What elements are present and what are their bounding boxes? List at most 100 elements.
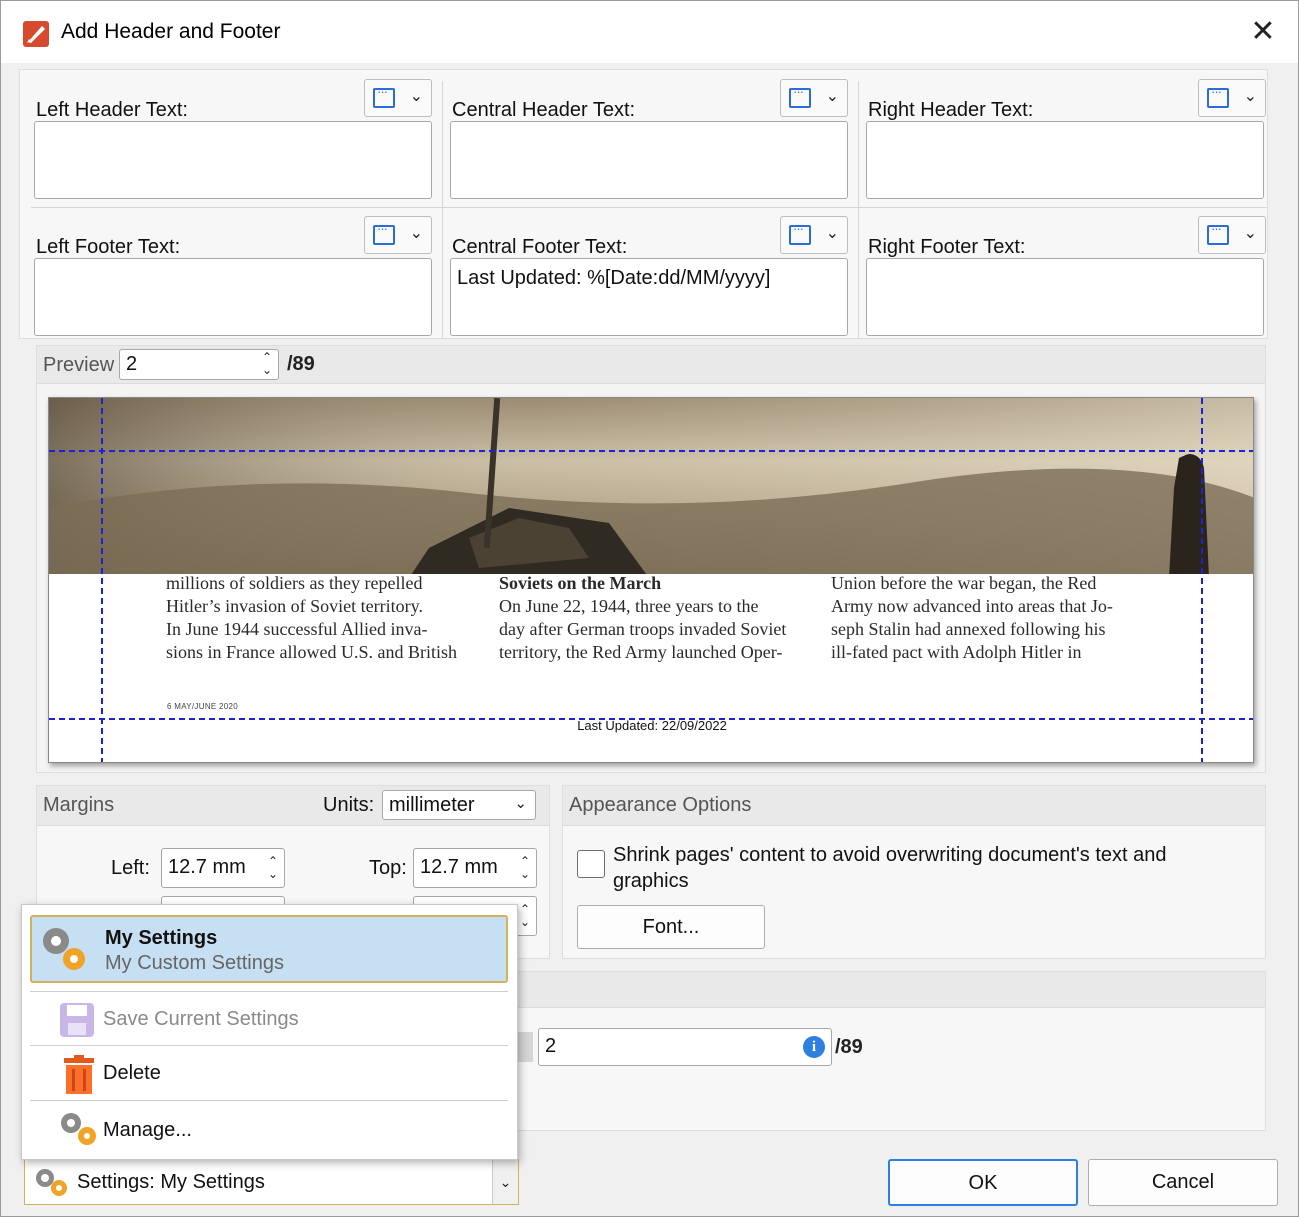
settings-gears-icon — [43, 928, 85, 970]
central-header-input[interactable] — [450, 121, 848, 199]
app-logo-icon — [23, 21, 49, 47]
right-header-cell: Right Header Text: ⌄ — [866, 75, 1266, 203]
central-header-macro-button[interactable]: ⌄ — [780, 79, 848, 117]
page-range-to-input[interactable]: 2 i — [538, 1028, 832, 1066]
close-icon[interactable]: ✕ — [1246, 15, 1280, 49]
window-title: Add Header and Footer — [61, 20, 281, 43]
left-margin-label: Left: — [111, 857, 150, 879]
info-icon[interactable]: i — [803, 1036, 825, 1058]
menu-item-manage[interactable]: Manage... — [30, 1106, 508, 1154]
spinner-arrows-icon[interactable]: ⌃⌄ — [262, 351, 272, 377]
units-value: millimeter — [389, 794, 475, 816]
appearance-panel: Appearance Options Shrink pages' content… — [562, 785, 1266, 959]
article-line: seph Stalin had annexed following his — [831, 619, 1106, 639]
preview-header: Preview 2 ⌃ ⌄ /89 — [37, 346, 1265, 384]
appearance-title: Appearance Options — [569, 794, 752, 816]
divider — [31, 207, 1267, 208]
left-header-cell: Left Header Text: ⌄ — [34, 75, 434, 203]
units-select[interactable]: millimeter ⌄ — [382, 790, 536, 820]
right-footer-macro-button[interactable]: ⌄ — [1198, 216, 1266, 254]
article-line: millions of soldiers as they repelled — [166, 573, 423, 593]
left-header-macro-button[interactable]: ⌄ — [364, 79, 432, 117]
menu-separator — [30, 1045, 508, 1046]
margins-header: Margins Units: millimeter ⌄ — [37, 786, 549, 826]
right-header-input[interactable] — [866, 121, 1264, 199]
settings-dropdown-label: Settings: My Settings — [77, 1171, 265, 1193]
shrink-content-label-line: Shrink pages' content to avoid overwriti… — [613, 844, 1167, 866]
menu-item-save-current-settings[interactable]: Save Current Settings — [30, 997, 508, 1045]
left-margin-spinner[interactable]: 12.7 mm ⌃ ⌄ — [161, 848, 285, 888]
right-margin-guide — [1201, 398, 1203, 762]
chevron-down-icon: ⌄ — [825, 225, 839, 242]
menu-separator — [30, 1100, 508, 1101]
preview-page-spinner[interactable]: 2 ⌃ ⌄ — [119, 349, 279, 380]
footer-margin-guide — [49, 718, 1253, 720]
preview-page-total: /89 — [287, 353, 315, 375]
central-header-cell: Central Header Text: ⌄ — [450, 75, 850, 203]
right-footer-label: Right Footer Text: — [868, 236, 1026, 258]
central-footer-input[interactable]: Last Updated: %[Date:dd/MM/yyyy] — [450, 258, 848, 336]
shrink-content-label: Shrink pages' content to avoid overwriti… — [613, 842, 1167, 894]
chevron-down-icon[interactable]: ⌄ — [492, 1160, 518, 1204]
left-header-input[interactable] — [34, 121, 432, 199]
font-button[interactable]: Font... — [577, 905, 765, 949]
insert-macro-icon — [789, 221, 811, 245]
shrink-content-checkbox[interactable] — [577, 850, 605, 878]
right-header-macro-button[interactable]: ⌄ — [1198, 79, 1266, 117]
left-footer-macro-button[interactable]: ⌄ — [364, 216, 432, 254]
chevron-down-icon: ⌄ — [514, 795, 527, 812]
units-label: Units: — [323, 794, 375, 816]
insert-macro-icon — [1207, 221, 1229, 245]
article-column-2: Soviets on the March On June 22, 1944, t… — [499, 572, 819, 664]
menu-item-label: Delete — [103, 1062, 161, 1084]
title-bar: Add Header and Footer ✕ — [1, 1, 1298, 63]
range-colon — [517, 1032, 533, 1062]
shrink-content-label-line: graphics — [613, 870, 689, 892]
article-line: day after German troops invaded Soviet — [499, 619, 787, 639]
article-line: territory, the Red Army launched Oper- — [499, 642, 783, 662]
chevron-down-icon: ⌄ — [1243, 225, 1257, 242]
page-range-to-value: 2 — [545, 1035, 557, 1057]
settings-dropdown[interactable]: Settings: My Settings ⌄ — [24, 1159, 519, 1205]
left-footer-cell: Left Footer Text: ⌄ — [34, 212, 434, 340]
central-header-label: Central Header Text: — [452, 99, 636, 121]
save-disk-icon — [60, 1003, 94, 1037]
cancel-button[interactable]: Cancel — [1088, 1159, 1278, 1206]
article-line: In June 1944 successful Allied inva- — [166, 619, 428, 639]
menu-item-delete[interactable]: Delete — [30, 1051, 508, 1099]
spinner-arrows-icon[interactable]: ⌃⌄ — [268, 855, 278, 881]
preview-page-number: 6 MAY/JUNE 2020 — [167, 702, 239, 711]
top-margin-value: 12.7 mm — [420, 856, 498, 878]
chevron-down-icon: ⌄ — [409, 88, 423, 105]
menu-item-title: My Settings — [105, 927, 218, 949]
left-footer-input[interactable] — [34, 258, 432, 336]
central-footer-cell: Central Footer Text: ⌄ Last Updated: %[D… — [450, 212, 850, 340]
page-preview: millions of soldiers as they repelled Hi… — [48, 397, 1254, 763]
article-line: Army now advanced into areas that Jo- — [831, 596, 1113, 616]
left-margin-value: 12.7 mm — [168, 856, 246, 878]
article-column-1: millions of soldiers as they repelled Hi… — [166, 572, 486, 664]
chevron-down-icon: ⌄ — [825, 88, 839, 105]
menu-item-my-settings[interactable]: My Settings My Custom Settings — [30, 915, 508, 983]
right-footer-cell: Right Footer Text: ⌄ — [866, 212, 1266, 340]
menu-item-label: Save Current Settings — [103, 1008, 299, 1030]
right-footer-input[interactable] — [866, 258, 1264, 336]
spinner-arrows-icon[interactable]: ⌃⌄ — [520, 903, 530, 929]
article-column-3: Union before the war began, the Red Army… — [831, 572, 1151, 664]
settings-gears-icon — [36, 1169, 67, 1196]
preview-footer-text: Last Updated: 22/09/2022 — [577, 718, 727, 733]
preview-page-value: 2 — [126, 353, 138, 375]
article-line: Union before the war began, the Red — [831, 573, 1097, 593]
article-line: On June 22, 1944, three years to the — [499, 596, 759, 616]
insert-macro-icon — [789, 84, 811, 108]
spinner-arrows-icon[interactable]: ⌃⌄ — [520, 855, 530, 881]
central-footer-macro-button[interactable]: ⌄ — [780, 216, 848, 254]
chevron-down-icon: ⌄ — [409, 225, 423, 242]
dialog-window: Add Header and Footer ✕ Left Header Text… — [0, 0, 1299, 1217]
ok-button[interactable]: OK — [888, 1159, 1078, 1206]
article-line: sions in France allowed U.S. and British — [166, 642, 457, 662]
insert-macro-icon — [373, 221, 395, 245]
top-margin-spinner[interactable]: 12.7 mm ⌃ ⌄ — [413, 848, 537, 888]
preview-label: Preview — [43, 354, 115, 376]
trash-icon — [64, 1055, 94, 1094]
